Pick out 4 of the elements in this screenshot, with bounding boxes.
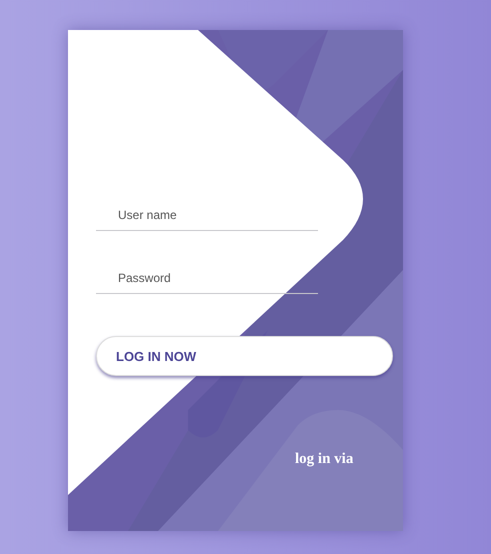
input-field[interactable]: Password — [96, 263, 318, 294]
login-button[interactable]: LOG IN NOW — [96, 336, 393, 376]
login-via-text: log in via — [295, 451, 354, 468]
input-field[interactable]: User name — [96, 200, 318, 231]
